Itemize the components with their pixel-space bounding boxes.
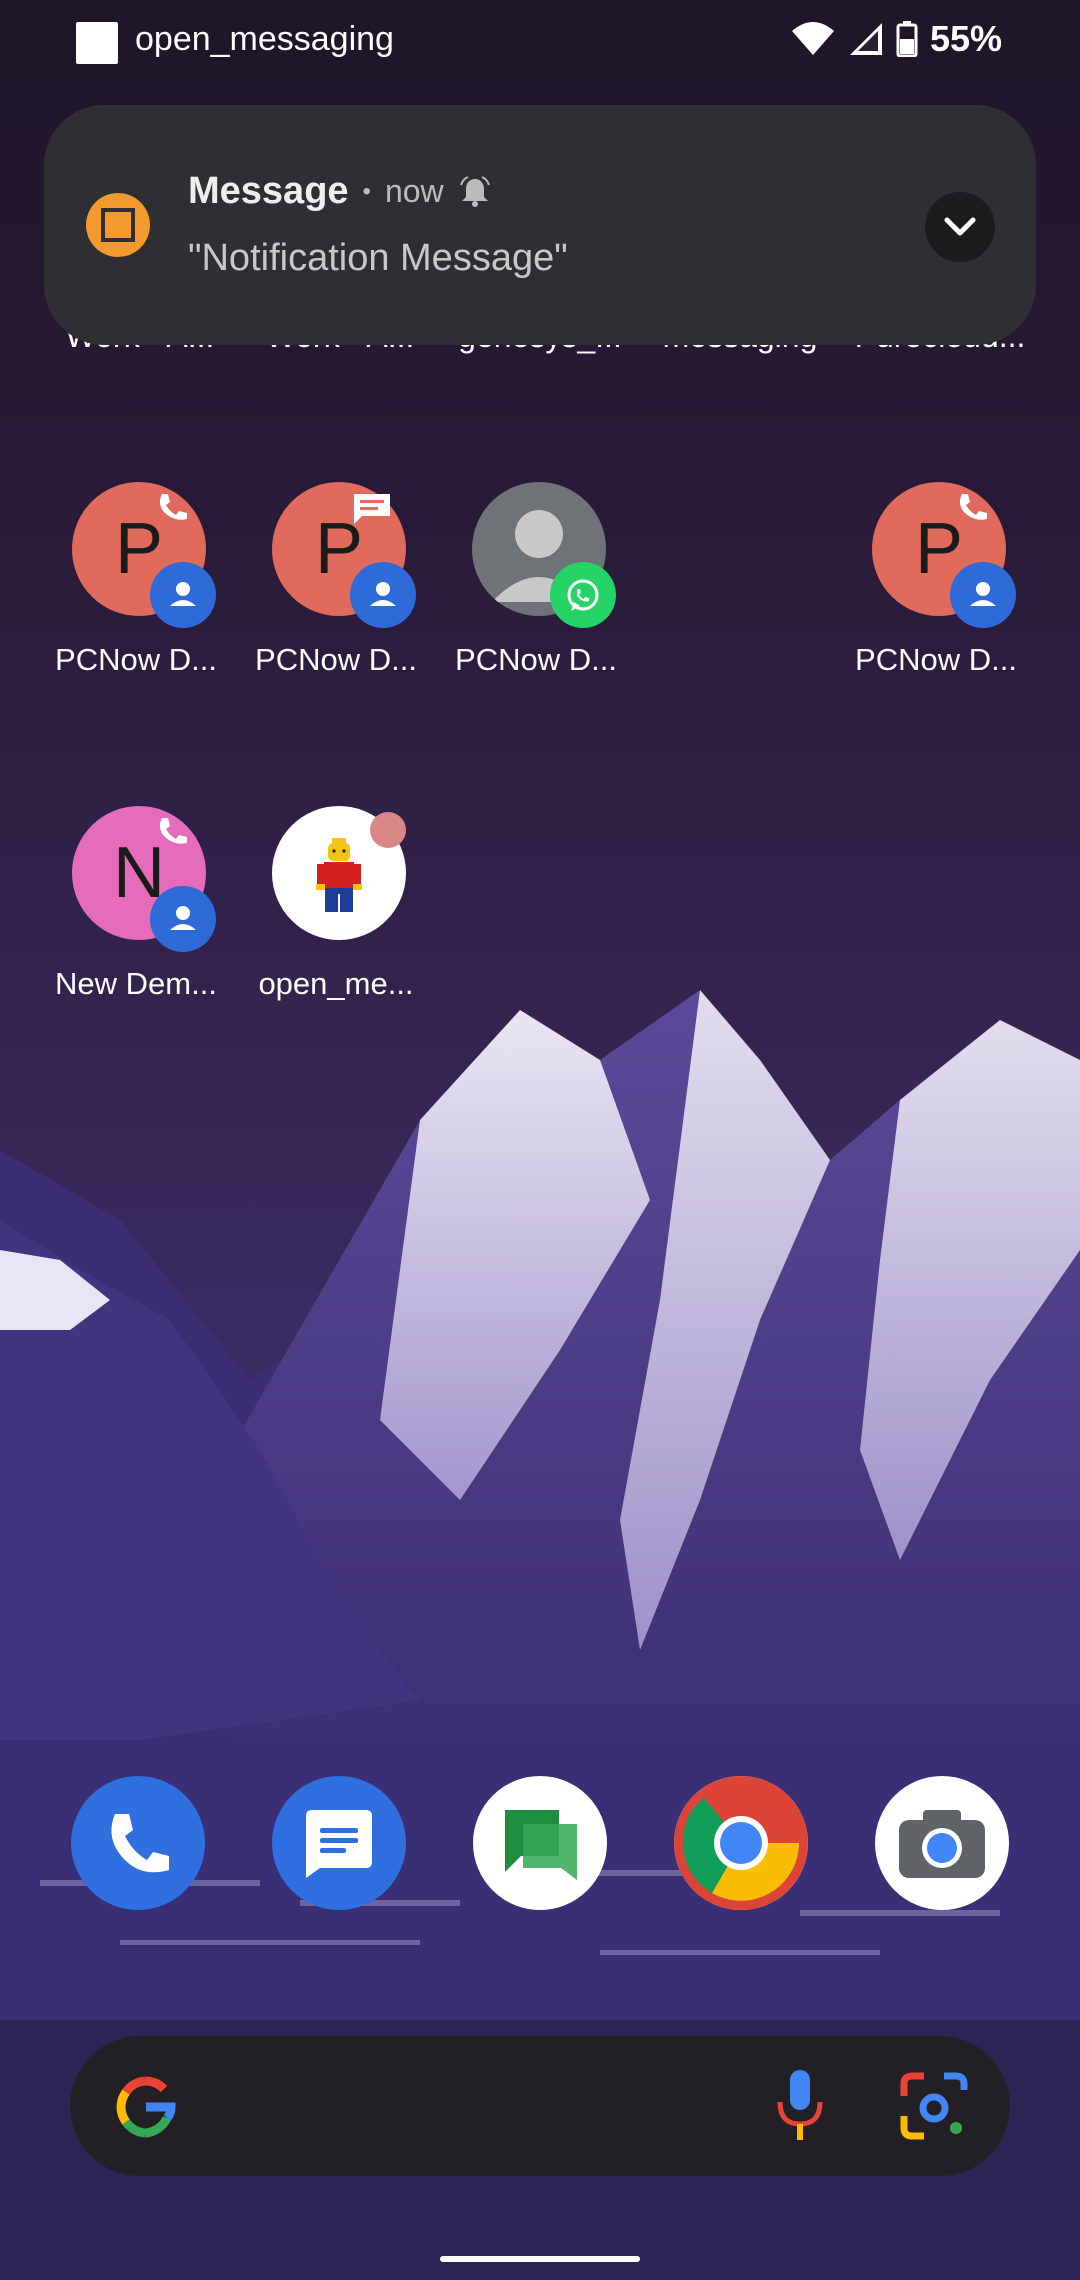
battery-percentage: 55% bbox=[929, 18, 1002, 59]
google-lens-icon[interactable] bbox=[898, 2070, 970, 2142]
heads-up-notification[interactable]: Message • now "Notification Message" bbox=[44, 105, 1036, 345]
notification-body: "Notification Message" bbox=[188, 237, 568, 279]
camera-app-icon[interactable] bbox=[875, 1776, 1009, 1910]
expand-button[interactable] bbox=[925, 192, 995, 262]
shortcut-label: PCNow D... bbox=[55, 642, 217, 677]
notification-header: Message • now bbox=[188, 170, 492, 213]
contacts-badge-icon bbox=[950, 562, 1016, 628]
chevron-down-icon bbox=[944, 217, 976, 236]
notification-time: now bbox=[384, 173, 444, 209]
app-label: open_me... bbox=[258, 966, 414, 1001]
google-chat-app-icon[interactable] bbox=[473, 1776, 607, 1910]
bell-icon bbox=[459, 175, 490, 207]
shortcut-label: New Dem... bbox=[55, 966, 217, 1001]
notification-dot bbox=[370, 812, 406, 848]
wifi-icon bbox=[791, 22, 834, 55]
whatsapp-badge-icon bbox=[550, 562, 616, 628]
contacts-badge-icon bbox=[350, 562, 416, 628]
notification-title: Message bbox=[188, 170, 349, 212]
chrome-app-icon[interactable] bbox=[674, 1776, 808, 1910]
phone-icon bbox=[959, 494, 987, 520]
messages-app-icon[interactable] bbox=[272, 1776, 406, 1910]
status-icons: 55% bbox=[790, 18, 1002, 60]
gesture-nav-handle[interactable] bbox=[440, 2256, 640, 2262]
phone-icon bbox=[159, 494, 187, 520]
notification-app-icon bbox=[86, 193, 150, 257]
status-bar: open_messaging 55% bbox=[0, 0, 1080, 84]
battery-icon bbox=[896, 21, 918, 57]
phone-icon bbox=[159, 818, 187, 844]
microphone-icon[interactable] bbox=[770, 2066, 830, 2146]
phone-app-icon[interactable] bbox=[71, 1776, 205, 1910]
google-search-bar[interactable] bbox=[70, 2036, 1010, 2176]
app-square-icon bbox=[76, 22, 118, 64]
notification-separator: • bbox=[362, 177, 371, 205]
shortcut-label: PCNow D... bbox=[455, 642, 617, 677]
shortcut-label: PCNow D... bbox=[255, 642, 417, 677]
shortcut-label: PCNow D... bbox=[855, 642, 1017, 677]
contacts-badge-icon bbox=[150, 562, 216, 628]
status-app-name: open_messaging bbox=[135, 20, 394, 58]
google-g-icon bbox=[116, 2076, 176, 2138]
contacts-badge-icon bbox=[150, 886, 216, 952]
cellular-icon bbox=[849, 23, 882, 55]
message-icon bbox=[354, 494, 390, 524]
